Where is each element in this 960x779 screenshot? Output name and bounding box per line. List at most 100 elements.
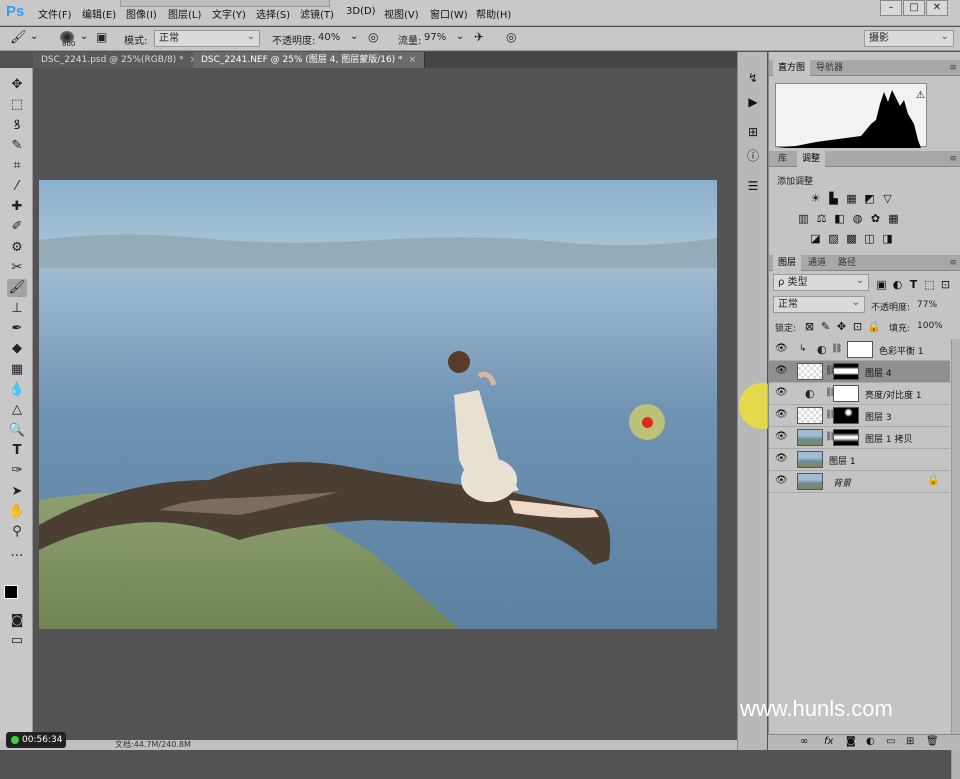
blur-tool-icon[interactable]: 💧 [7, 381, 27, 399]
properties-icon[interactable]: ⊞ [745, 124, 761, 140]
menu-type[interactable]: 文字(Y) [212, 6, 246, 21]
filter-adjustment-icon[interactable]: ◐ [891, 278, 904, 291]
channel-mixer-icon[interactable]: ✿ [869, 212, 882, 225]
levels-icon[interactable]: ▙ [827, 192, 840, 205]
chevron-down-icon[interactable]: ⌄ [30, 31, 38, 42]
delete-layer-icon[interactable]: 🗑 [926, 736, 939, 747]
airbrush-icon[interactable]: ✈ [474, 30, 484, 44]
marquee-tool-icon[interactable]: ⬚ [7, 96, 27, 114]
photo-filter-icon[interactable]: ◍ [851, 212, 864, 225]
color-balance-icon[interactable]: ⚖ [815, 212, 828, 225]
info-icon[interactable]: ⓘ [745, 148, 761, 164]
sharpen-tool-icon[interactable]: △ [7, 401, 27, 419]
crop-tool-icon[interactable]: ⌗ [7, 157, 27, 175]
vibrance-icon[interactable]: ▽ [881, 192, 894, 205]
quick-select-tool-icon[interactable]: ✎ [7, 137, 27, 155]
pressure-opacity-icon[interactable]: ◎ [368, 30, 378, 44]
menu-window[interactable]: 窗口(W) [430, 6, 468, 21]
tab-navigator[interactable]: 导航器 [811, 60, 848, 76]
layer-mask-thumbnail[interactable] [833, 363, 859, 380]
color-lookup-icon[interactable]: ▦ [887, 212, 900, 225]
gradient-tool-icon[interactable]: ▦ [7, 361, 27, 379]
paragraph-icon[interactable]: ☰ [745, 178, 761, 194]
tab-psd[interactable]: DSC_2241.psd @ 25%(RGB/8) *× [33, 52, 207, 68]
layer-row-selected[interactable]: 👁 ⛓ 图层 4 [769, 361, 950, 383]
layer-row[interactable]: 👁 图层 1 [769, 449, 950, 471]
menu-edit[interactable]: 编辑(E) [82, 6, 116, 21]
dodge-tool-icon[interactable]: 🔍 [7, 422, 27, 440]
menu-select[interactable]: 选择(S) [256, 6, 290, 21]
path-select-tool-icon[interactable]: ➤ [7, 483, 27, 501]
flow-value[interactable]: 97% [424, 32, 446, 43]
layer-mask-thumbnail[interactable] [833, 429, 859, 446]
menu-file[interactable]: 文件(F) [38, 6, 72, 21]
art-brush-tool-icon[interactable]: ✒ [7, 320, 27, 338]
layer-filter-select[interactable]: ρ 类型 [773, 273, 869, 291]
layer-row[interactable]: 👁 ⛓ 图层 3 [769, 405, 950, 427]
chevron-down-icon[interactable]: ⌄ [80, 31, 88, 42]
lock-paint-icon[interactable]: ✎ [819, 320, 832, 333]
lock-move-icon[interactable]: ✥ [835, 320, 848, 333]
filter-smart-icon[interactable]: ⊡ [939, 278, 952, 291]
tab-adjustments[interactable]: 调整 [797, 151, 826, 167]
menu-3d[interactable]: 3D(D) [346, 6, 376, 17]
hand-tool-icon[interactable]: ✋ [7, 503, 27, 521]
healing-tool-icon[interactable]: ✚ [7, 198, 27, 216]
black-white-icon[interactable]: ◧ [833, 212, 846, 225]
menu-layer[interactable]: 图层(L) [168, 6, 201, 21]
layer-row[interactable]: 👁 ↳ ◐ ⛓ 色彩平衡 1 [769, 339, 950, 361]
menu-filter[interactable]: 滤镜(T) [300, 6, 334, 21]
posterize-icon[interactable]: ▨ [827, 232, 840, 245]
chevron-down-icon[interactable]: ⌄ [456, 31, 464, 42]
lock-all-icon[interactable]: 🔒 [867, 320, 881, 333]
visibility-eye-icon[interactable]: 👁 [775, 475, 788, 486]
history-icon[interactable]: ↯ [745, 70, 761, 86]
lock-transparent-icon[interactable]: ⊠ [803, 320, 816, 333]
more-tools-icon[interactable]: … [7, 544, 27, 562]
add-mask-icon[interactable]: ◙ [846, 736, 856, 747]
lock-artboard-icon[interactable]: ⊡ [851, 320, 864, 333]
filter-shape-icon[interactable]: ⬚ [923, 278, 936, 291]
panel-menu-icon[interactable]: ≡ [949, 63, 957, 73]
zoom-tool-icon[interactable]: ⚲ [7, 523, 27, 541]
layer-thumbnail[interactable] [797, 473, 823, 490]
layer-mask-thumbnail[interactable] [833, 385, 859, 402]
pen-tool-icon[interactable]: ✑ [7, 462, 27, 480]
visibility-eye-icon[interactable]: 👁 [775, 343, 788, 354]
filter-pixel-icon[interactable]: ▣ [875, 278, 888, 291]
minimize-button[interactable]: – [880, 0, 902, 16]
layer-thumbnail[interactable] [797, 407, 823, 424]
fx-icon[interactable]: fx [824, 736, 833, 747]
brush-panel-icon[interactable]: ▣ [96, 30, 107, 44]
close-button[interactable]: ✕ [926, 0, 948, 16]
visibility-eye-icon[interactable]: 👁 [775, 365, 788, 376]
history-brush-tool-icon[interactable]: ✂ [7, 259, 27, 277]
tab-library[interactable]: 库 [773, 151, 792, 167]
quick-mask-icon[interactable]: ◙ [7, 612, 27, 630]
visibility-eye-icon[interactable]: 👁 [775, 431, 788, 442]
close-icon[interactable]: × [409, 55, 417, 65]
layer-row[interactable]: 👁 ⛓ 图层 1 拷贝 [769, 427, 950, 449]
layer-row[interactable]: 👁 ◐ ⛓ 亮度/对比度 1 [769, 383, 950, 405]
type-tool-icon[interactable]: T [7, 442, 27, 460]
brightness-icon[interactable]: ☀ [809, 192, 822, 205]
layers-scrollbar[interactable] [951, 339, 960, 779]
new-adjustment-icon[interactable]: ◐ [866, 736, 875, 747]
lasso-tool-icon[interactable]: ꝸ [7, 117, 27, 135]
pressure-size-icon[interactable]: ◎ [506, 30, 516, 44]
invert-icon[interactable]: ◪ [809, 232, 822, 245]
fill-value[interactable]: 100% [917, 321, 943, 331]
tab-channels[interactable]: 通道 [803, 255, 831, 271]
threshold-icon[interactable]: ▩ [845, 232, 858, 245]
filter-type-icon[interactable]: T [907, 278, 920, 291]
move-tool-icon[interactable]: ✥ [7, 76, 27, 94]
clone-stamp-tool-icon[interactable]: ⚙ [7, 239, 27, 257]
opacity-value[interactable]: 40% [318, 32, 340, 43]
panel-menu-icon[interactable]: ≡ [949, 154, 957, 164]
paint-brush-tool-icon[interactable]: 🖌 [7, 279, 27, 297]
tab-layers[interactable]: 图层 [773, 255, 802, 271]
hue-saturation-icon[interactable]: ▥ [797, 212, 810, 225]
maximize-button[interactable]: □ [903, 0, 925, 16]
eraser-tool-icon[interactable]: ◆ [7, 340, 27, 358]
layer-row[interactable]: 👁 背景 🔒 [769, 471, 950, 493]
